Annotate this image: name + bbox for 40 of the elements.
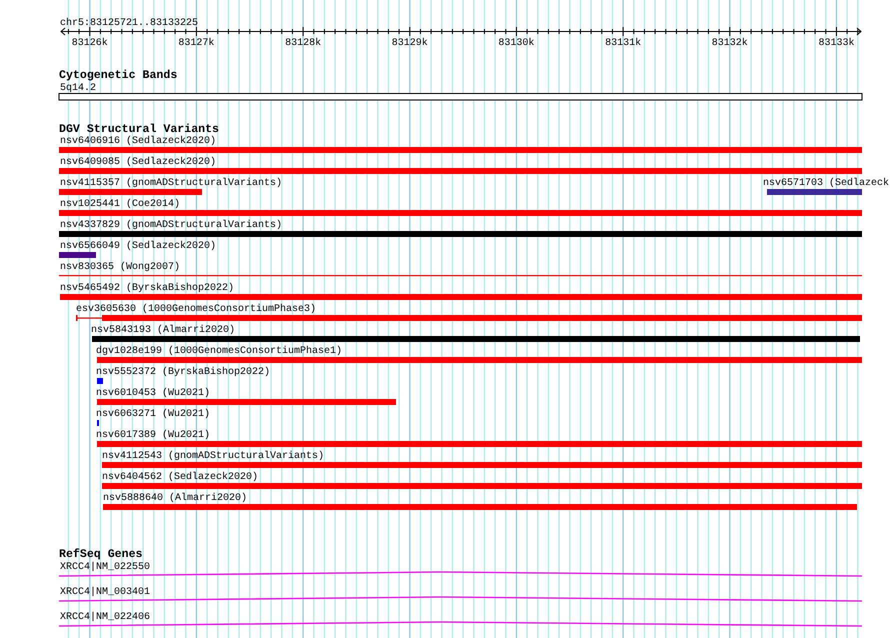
track-title: RefSeq Genes: [59, 548, 142, 561]
tick-label: 83127k: [178, 38, 214, 49]
gene-line[interactable]: [59, 621, 862, 627]
variant-label[interactable]: nsv4112543 (gnomADStructuralVariants): [102, 451, 324, 462]
track-title: Cytogenetic Bands: [59, 69, 178, 82]
tick-label: 83128k: [285, 38, 322, 49]
tick-label: 83126k: [72, 38, 108, 49]
variant-label[interactable]: nsv5888640 (Almarri2020): [103, 493, 248, 504]
variant-label[interactable]: nsv6571703 (Sedlazeck: [763, 178, 890, 189]
variant-label[interactable]: nsv830365 (Wong2007): [60, 262, 180, 273]
tick-label: 83129k: [392, 38, 428, 49]
variant-label[interactable]: nsv1025441 (Coe2014): [60, 199, 180, 210]
variant-label[interactable]: nsv5843193 (Almarri2020): [91, 325, 236, 336]
tick-label: 83132k: [712, 38, 748, 49]
gene-label[interactable]: XRCC4|NM_022550: [60, 562, 150, 573]
tick-label: 83133k: [818, 38, 854, 49]
gene-line[interactable]: [59, 571, 862, 577]
location-label: chr5:83125721..83133225: [60, 18, 198, 29]
variant-label[interactable]: dgv1028e199 (1000GenomesConsortiumPhase1): [96, 346, 342, 357]
tick-label: 83131k: [605, 38, 642, 49]
variant-label[interactable]: nsv6406916 (Sedlazeck2020): [60, 136, 216, 147]
band-label: 5q14.2: [60, 83, 96, 94]
variant-label[interactable]: nsv5552372 (ByrskaBishop2022): [96, 367, 270, 378]
variant-label[interactable]: nsv4337829 (gnomADStructuralVariants): [60, 220, 282, 231]
variant-line[interactable]: [59, 275, 862, 276]
gene-label[interactable]: XRCC4|NM_003401: [60, 587, 150, 598]
variant-label[interactable]: nsv6409085 (Sedlazeck2020): [60, 157, 216, 168]
gene-line[interactable]: [59, 596, 862, 602]
variant-bar[interactable]: [76, 315, 862, 321]
variant-label[interactable]: nsv6566049 (Sedlazeck2020): [60, 241, 216, 252]
variant-label[interactable]: nsv6010453 (Wu2021): [96, 388, 210, 399]
gene-label[interactable]: XRCC4|NM_022406: [60, 612, 150, 623]
variant-label[interactable]: nsv6063271 (Wu2021): [96, 409, 210, 420]
variant-label[interactable]: nsv6404562 (Sedlazeck2020): [102, 472, 258, 483]
variant-label[interactable]: esv3605630 (1000GenomesConsortiumPhase3): [76, 304, 316, 315]
track-title: DGV Structural Variants: [59, 123, 220, 136]
variant-label[interactable]: nsv6017389 (Wu2021): [96, 430, 210, 441]
tick-label: 83130k: [498, 38, 534, 49]
variant-label[interactable]: nsv5465492 (ByrskaBishop2022): [60, 283, 234, 294]
variant-label[interactable]: nsv4115357 (gnomADStructuralVariants): [60, 178, 282, 189]
